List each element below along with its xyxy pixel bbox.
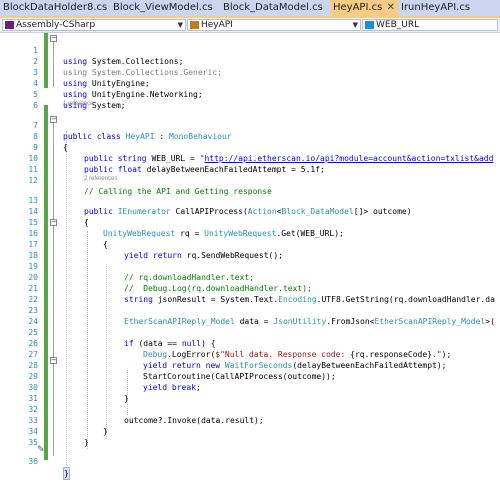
- tab-label: BlockDataHolder8.cs: [3, 2, 108, 13]
- chevron-down-icon: ▼: [352, 21, 358, 29]
- tab-label: Block_DataModel.cs: [223, 2, 323, 13]
- code-line: 6: [0, 89, 500, 110]
- code-line: 33 }: [0, 404, 500, 436]
- code-line: 20 // Debug.Log(rq.downloadHandler.text)…: [0, 261, 500, 293]
- code-line: 28 StartCoroutine(CallAPIProcess(outcome…: [0, 349, 500, 381]
- code-line: 4 using UnityEngine.Networking;: [0, 67, 500, 99]
- tab-heyapi[interactable]: HeyAPI.cs ✕: [330, 0, 398, 16]
- tab-bar: BlockDataHolder8.cs Block_ViewModel.cs B…: [0, 0, 500, 18]
- code-line: 19 // rq.downloadHandler.text;: [0, 250, 500, 282]
- project-dropdown[interactable]: Assembly-CSharp ▼: [2, 19, 186, 31]
- class-icon: [190, 21, 199, 29]
- code-line: 24: [0, 305, 500, 326]
- code-line: 29 yield break;: [0, 360, 500, 392]
- code-line: 7 public class HeyAPI : MonoBehaviour: [0, 109, 500, 141]
- tab-block-datamodel[interactable]: Block_DataModel.cs: [220, 0, 330, 16]
- code-line: 36 }: [0, 445, 500, 480]
- code-line: 17 yield return rq.SendWebRequest();: [0, 228, 500, 260]
- code-line: 26 Debug.LogError($"Null data. Response …: [0, 327, 500, 359]
- code-line: 30 }: [0, 371, 500, 403]
- tab-label: Block_ViewModel.cs: [113, 2, 213, 13]
- code-line: 10 public float delayBetweenEachFailedAt…: [0, 142, 500, 174]
- code-line: 13 public IEnumerator CallAPIProcess(Act…: [0, 184, 500, 216]
- project-name: Assembly-CSharp: [16, 20, 96, 30]
- line-number: 36: [28, 457, 38, 466]
- code-line: 12 // Calling the API and Getting respon…: [0, 164, 500, 196]
- navigation-bar: Assembly-CSharp ▼ HeyAPI ▼ WEB_URL: [0, 18, 500, 33]
- code-line: 9 public string WEB_URL = "http://api.et…: [0, 131, 500, 163]
- member-dropdown[interactable]: WEB_URL: [362, 19, 498, 31]
- code-line: 25 if (data == null) {: [0, 316, 500, 348]
- csharp-project-icon: [5, 21, 14, 29]
- tab-block-viewmodel[interactable]: Block_ViewModel.cs: [110, 0, 220, 16]
- class-name: HeyAPI: [201, 20, 233, 30]
- code-line: 21 string jsonResult = System.Text.Encod…: [0, 272, 500, 304]
- code-line: 27 yield return new WaitForSeconds(delay…: [0, 338, 500, 370]
- code-line: 14 {: [0, 195, 500, 227]
- pencil-icon: ✎: [37, 445, 45, 455]
- class-dropdown[interactable]: HeyAPI ▼: [187, 19, 361, 31]
- code-line: 22: [0, 283, 500, 304]
- field-icon: [365, 21, 374, 29]
- code-line: 8 {: [0, 120, 500, 152]
- code-line: 23 EtherScanAPIReply_Model data = JsonUt…: [0, 294, 500, 326]
- code-editor[interactable]: − − − − 1 using System.Collections; 2 us…: [0, 33, 500, 499]
- code-line: 1 using System.Collections;: [0, 34, 500, 66]
- code-line: 2 using System.Collections.Generic;: [0, 45, 500, 77]
- code-line: 11: [0, 153, 500, 174]
- code-line: 34 }: [0, 415, 500, 447]
- code-line: 5 using System;: [0, 78, 500, 110]
- tab-blockdataholder[interactable]: BlockDataHolder8.cs: [0, 0, 110, 16]
- code-line: 18: [0, 239, 500, 260]
- tab-label: IrunHeyAPI.cs: [401, 2, 471, 13]
- code-line: 35: [0, 426, 500, 447]
- codelens-references[interactable]: 2 references: [84, 175, 117, 184]
- tab-label: HeyAPI.cs: [333, 2, 383, 13]
- chevron-down-icon: ▼: [177, 21, 183, 29]
- code-line: 31: [0, 382, 500, 403]
- member-name: WEB_URL: [376, 20, 420, 30]
- codelens-references[interactable]: 1 reference: [63, 100, 93, 109]
- code-line: 32 outcome?.Invoke(data.result);: [0, 393, 500, 425]
- tab-irunheyapi[interactable]: IrunHeyAPI.cs: [398, 0, 500, 16]
- code-text: }: [63, 467, 70, 480]
- code-line: 16 {: [0, 217, 500, 249]
- code-line: 15 UnityWebRequest rq = UnityWebRequest.…: [0, 206, 500, 238]
- code-line: 3 using UnityEngine;: [0, 56, 500, 88]
- close-icon[interactable]: ✕: [387, 0, 395, 16]
